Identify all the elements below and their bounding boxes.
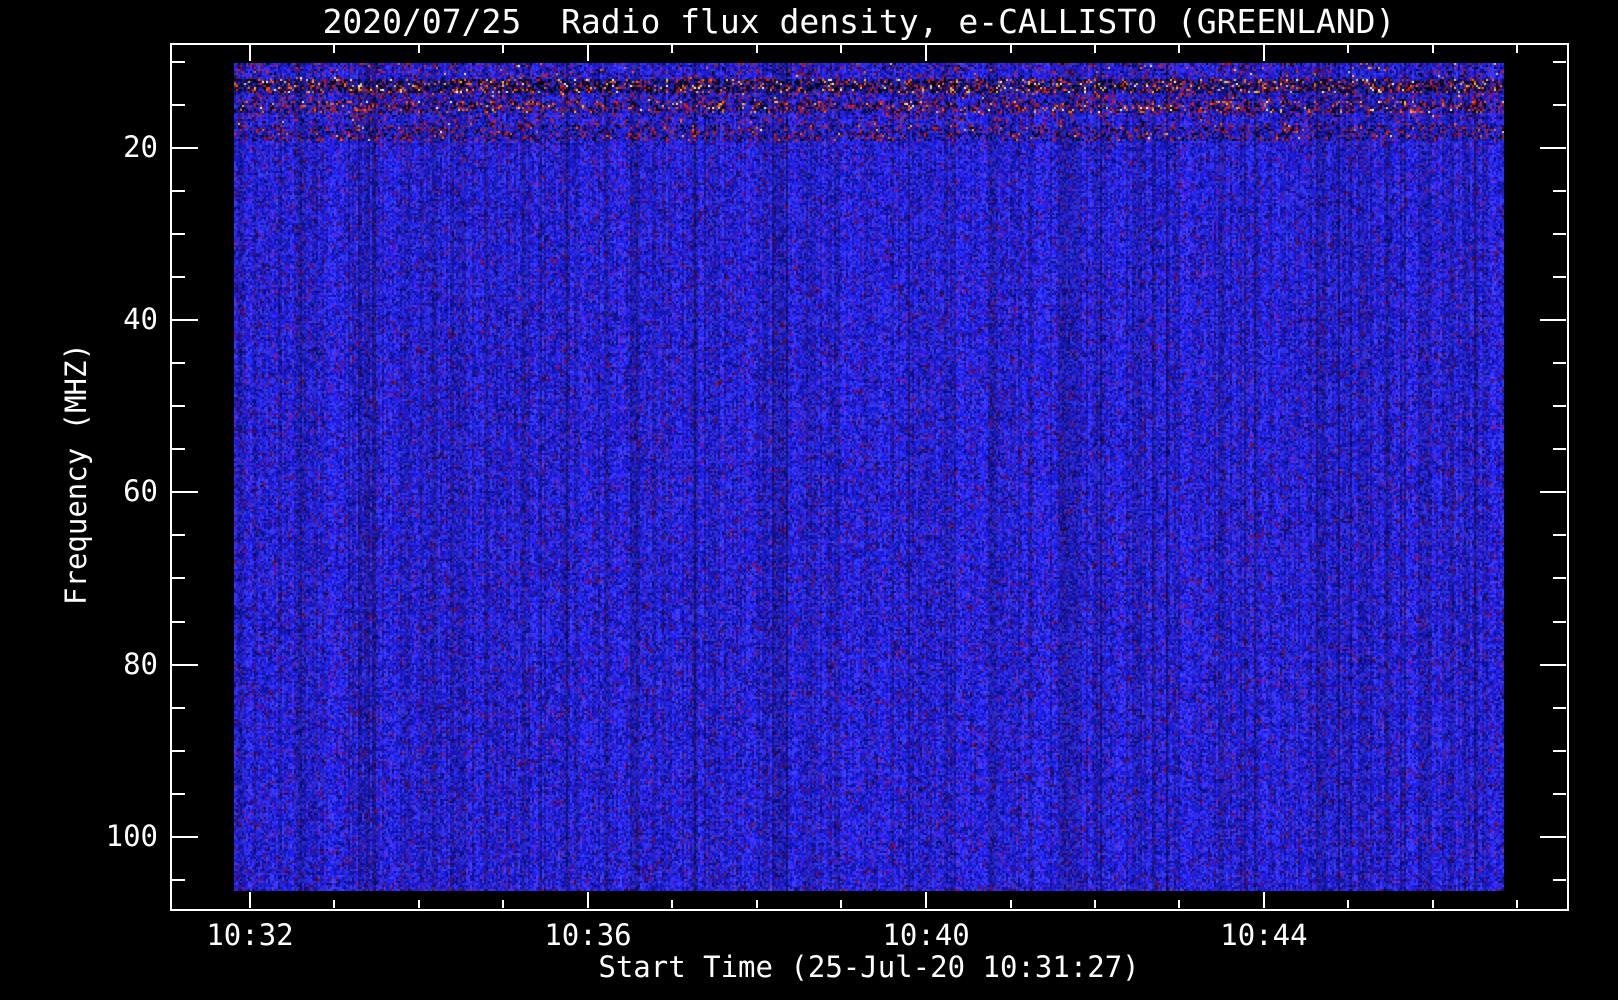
x-major-tick-bottom [1262, 892, 1265, 908]
y-minor-tick-right [1553, 362, 1566, 365]
y-major-tick-left [172, 491, 198, 494]
y-minor-tick-left [172, 534, 185, 537]
y-major-tick-left [172, 147, 198, 150]
y-minor-tick-right [1553, 61, 1566, 64]
y-minor-tick-right [1553, 878, 1566, 881]
x-minor-tick-bottom [333, 900, 336, 908]
y-minor-tick-left [172, 448, 185, 451]
y-minor-tick-left [172, 792, 185, 795]
x-minor-tick-bottom [417, 900, 420, 908]
y-minor-tick-right [1553, 448, 1566, 451]
x-tick-label: 10:32 [206, 918, 294, 952]
y-minor-tick-right [1553, 792, 1566, 795]
x-minor-tick-top [1009, 45, 1012, 53]
x-minor-tick-top [333, 45, 336, 53]
y-minor-tick-right [1553, 577, 1566, 580]
x-minor-tick-top [671, 45, 674, 53]
y-minor-tick-right [1553, 534, 1566, 537]
x-minor-tick-top [1178, 45, 1181, 53]
x-minor-tick-bottom [671, 900, 674, 908]
x-tick-label: 10:44 [1220, 918, 1308, 952]
x-major-tick-bottom [586, 892, 589, 908]
y-minor-tick-right [1553, 190, 1566, 193]
x-minor-tick-bottom [1094, 900, 1096, 908]
y-tick-label: 60 [123, 474, 158, 509]
y-minor-tick-right [1553, 706, 1566, 709]
x-minor-tick-top [840, 45, 843, 53]
x-major-tick-top [925, 45, 928, 61]
x-major-tick-top [249, 45, 251, 61]
y-minor-tick-left [172, 362, 185, 365]
x-major-tick-top [1262, 45, 1265, 61]
y-minor-tick-right [1553, 405, 1566, 408]
x-minor-tick-bottom [1431, 900, 1434, 908]
y-major-tick-right [1540, 663, 1566, 666]
x-axis-label: Start Time (25-Jul-20 10:31:27) [598, 950, 1140, 984]
x-minor-tick-top [1094, 45, 1096, 53]
y-tick-label: 80 [123, 646, 158, 681]
plot-frame [170, 43, 1569, 911]
y-minor-tick-left [172, 577, 185, 580]
x-minor-tick-bottom [1178, 900, 1181, 908]
x-minor-tick-top [755, 45, 758, 53]
y-major-tick-right [1540, 319, 1566, 322]
x-tick-label: 10:36 [544, 918, 632, 952]
y-minor-tick-left [172, 620, 185, 623]
y-minor-tick-left [172, 190, 185, 193]
x-minor-tick-top [502, 45, 505, 53]
y-minor-tick-left [172, 276, 185, 279]
y-minor-tick-right [1553, 620, 1566, 623]
x-minor-tick-bottom [1009, 900, 1012, 908]
x-minor-tick-bottom [502, 900, 505, 908]
y-major-tick-left [172, 663, 198, 666]
x-major-tick-top [586, 45, 589, 61]
y-minor-tick-left [172, 706, 185, 709]
y-minor-tick-left [172, 61, 185, 64]
x-minor-tick-bottom [1347, 900, 1350, 908]
y-minor-tick-right [1553, 233, 1566, 236]
spectrogram-figure: 2020/07/25 Radio flux density, e-CALLIST… [0, 0, 1618, 1000]
x-minor-tick-top [1347, 45, 1350, 53]
x-minor-tick-top [1431, 45, 1434, 53]
x-minor-tick-bottom [1516, 900, 1519, 908]
x-minor-tick-top [417, 45, 420, 53]
y-minor-tick-left [172, 405, 185, 408]
y-major-tick-right [1540, 491, 1566, 494]
y-minor-tick-left [172, 233, 185, 236]
x-major-tick-bottom [249, 892, 251, 908]
y-tick-label: 40 [123, 302, 158, 337]
x-minor-tick-top [1516, 45, 1519, 53]
y-tick-label: 100 [105, 818, 158, 853]
y-minor-tick-right [1553, 104, 1566, 107]
x-major-tick-bottom [925, 892, 928, 908]
y-minor-tick-left [172, 878, 185, 881]
y-major-tick-left [172, 835, 198, 838]
x-minor-tick-bottom [840, 900, 843, 908]
y-major-tick-right [1540, 835, 1566, 838]
x-tick-label: 10:40 [882, 918, 970, 952]
x-minor-tick-bottom [755, 900, 758, 908]
chart-title: 2020/07/25 Radio flux density, e-CALLIST… [322, 2, 1396, 41]
y-tick-label: 20 [123, 130, 158, 165]
y-major-tick-right [1540, 147, 1566, 150]
y-minor-tick-left [172, 104, 185, 107]
y-major-tick-left [172, 319, 198, 322]
y-minor-tick-right [1553, 749, 1566, 752]
y-axis-label: Frequency (MHZ) [59, 343, 93, 605]
y-minor-tick-right [1553, 276, 1566, 279]
y-minor-tick-left [172, 749, 185, 752]
